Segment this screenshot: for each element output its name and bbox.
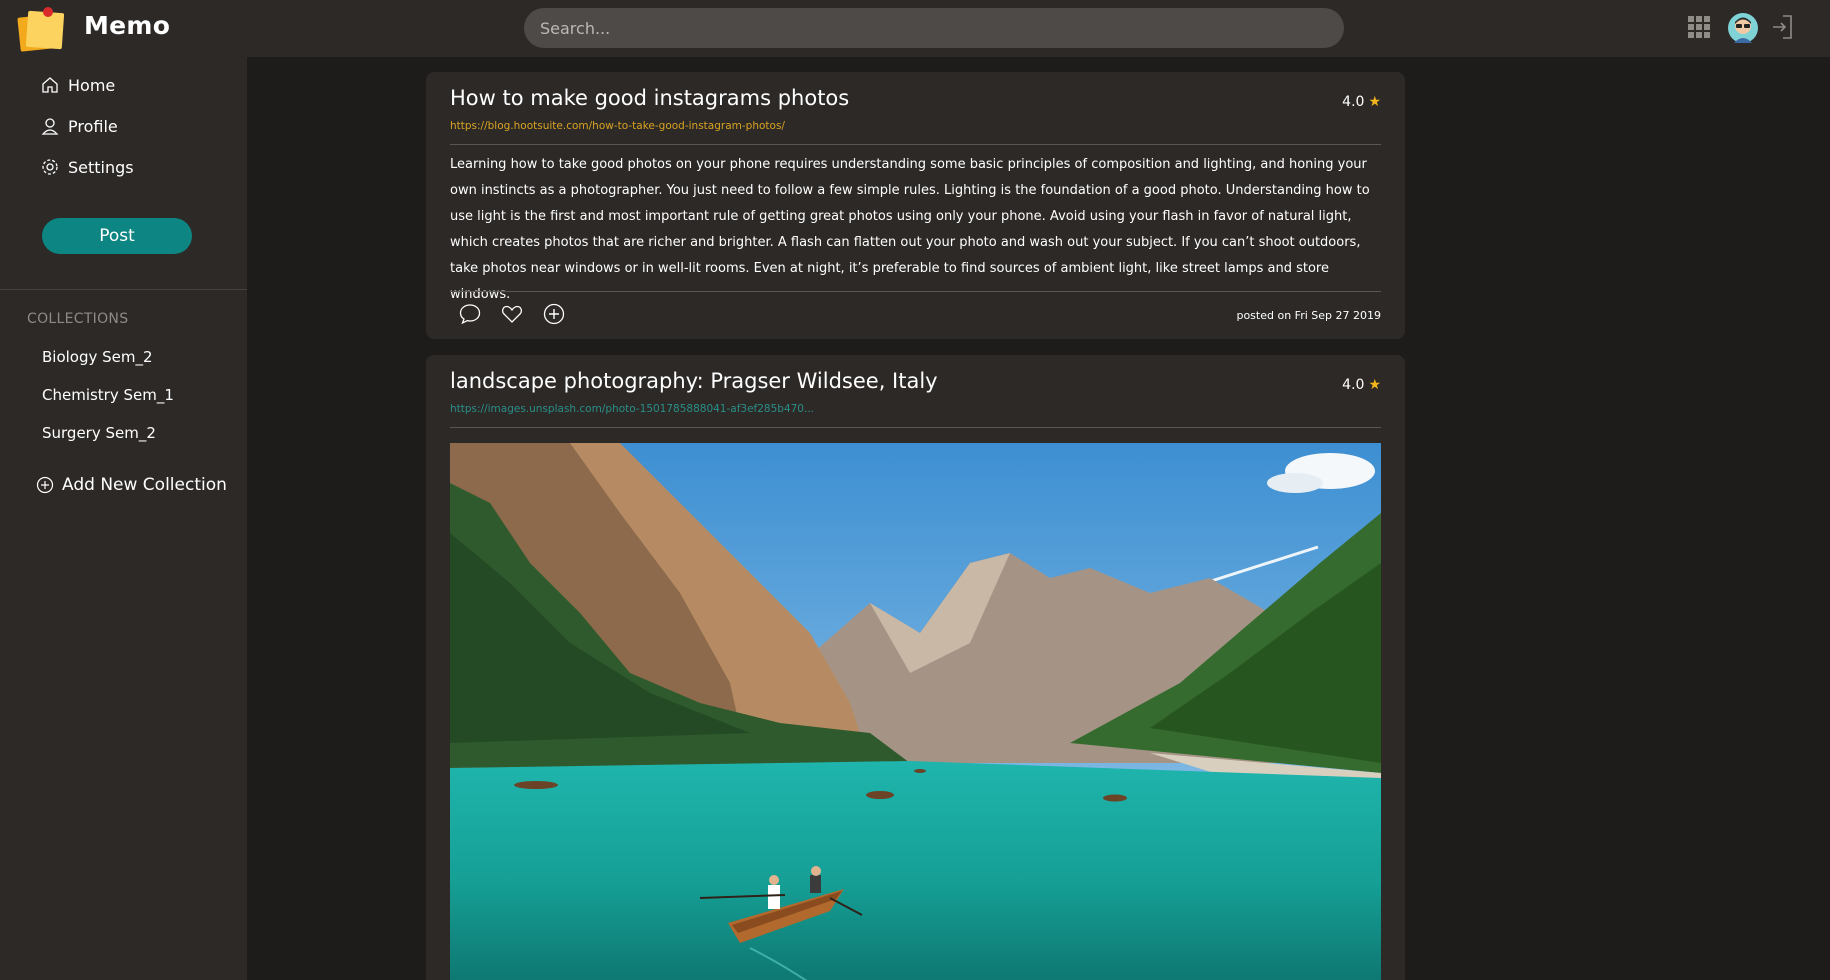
app-brand[interactable]: Memo [84, 11, 170, 40]
rating-value: 4.0 [1342, 377, 1365, 393]
divider [450, 144, 1381, 145]
post-rating: 4.0 ★ [1342, 94, 1381, 110]
post-title[interactable]: How to make good instagrams photos [450, 86, 849, 110]
rating-value: 4.0 [1342, 94, 1365, 110]
post-actions [458, 302, 566, 326]
star-icon: ★ [1368, 94, 1381, 110]
divider [450, 427, 1381, 428]
sidebar-item-label: Home [68, 75, 116, 95]
logout-icon[interactable] [1771, 14, 1793, 40]
post-card: How to make good instagrams photos 4.0 ★ … [426, 72, 1405, 339]
home-icon [42, 77, 58, 93]
heart-icon[interactable] [500, 302, 524, 326]
sidebar: Home Profile Settings Post COLLECTIONS B… [0, 57, 247, 980]
posted-date: posted on Fri Sep 27 2019 [1236, 309, 1381, 322]
top-bar: Memo [0, 0, 1830, 57]
user-icon [41, 118, 59, 135]
collection-item[interactable]: Chemistry Sem_1 [42, 386, 174, 404]
post-link[interactable]: https://images.unsplash.com/photo-150178… [450, 403, 814, 415]
landscape-photo[interactable] [450, 443, 1381, 980]
avatar[interactable] [1728, 13, 1758, 43]
star-icon: ★ [1368, 377, 1381, 393]
add-collection-label: Add New Collection [62, 475, 227, 495]
sidebar-item-label: Settings [68, 157, 134, 177]
post-card: landscape photography: Pragser Wildsee, … [426, 355, 1405, 980]
post-title[interactable]: landscape photography: Pragser Wildsee, … [450, 369, 938, 393]
sidebar-item-settings[interactable]: Settings [40, 152, 134, 182]
sidebar-item-home[interactable]: Home [40, 70, 115, 100]
post-rating: 4.0 ★ [1342, 377, 1381, 393]
sidebar-divider [0, 289, 247, 290]
add-circle-icon[interactable] [542, 302, 566, 326]
post-body: Learning how to take good photos on your… [450, 157, 1370, 302]
collection-item[interactable]: Surgery Sem_2 [42, 424, 156, 442]
sidebar-item-label: Profile [68, 116, 118, 136]
collections-heading: COLLECTIONS [27, 311, 129, 327]
gear-icon [42, 159, 58, 175]
sidebar-item-profile[interactable]: Profile [40, 111, 118, 141]
divider [450, 291, 1381, 292]
apps-grid-icon[interactable] [1688, 16, 1710, 38]
post-button[interactable]: Post [42, 218, 192, 254]
add-collection-button[interactable]: Add New Collection [36, 475, 227, 495]
collection-item[interactable]: Biology Sem_2 [42, 348, 153, 366]
memo-logo[interactable] [17, 6, 67, 52]
post-link[interactable]: https://blog.hootsuite.com/how-to-take-g… [450, 120, 785, 132]
plus-circle-icon [36, 476, 54, 494]
search-input[interactable] [524, 8, 1344, 48]
comment-icon[interactable] [458, 302, 482, 326]
